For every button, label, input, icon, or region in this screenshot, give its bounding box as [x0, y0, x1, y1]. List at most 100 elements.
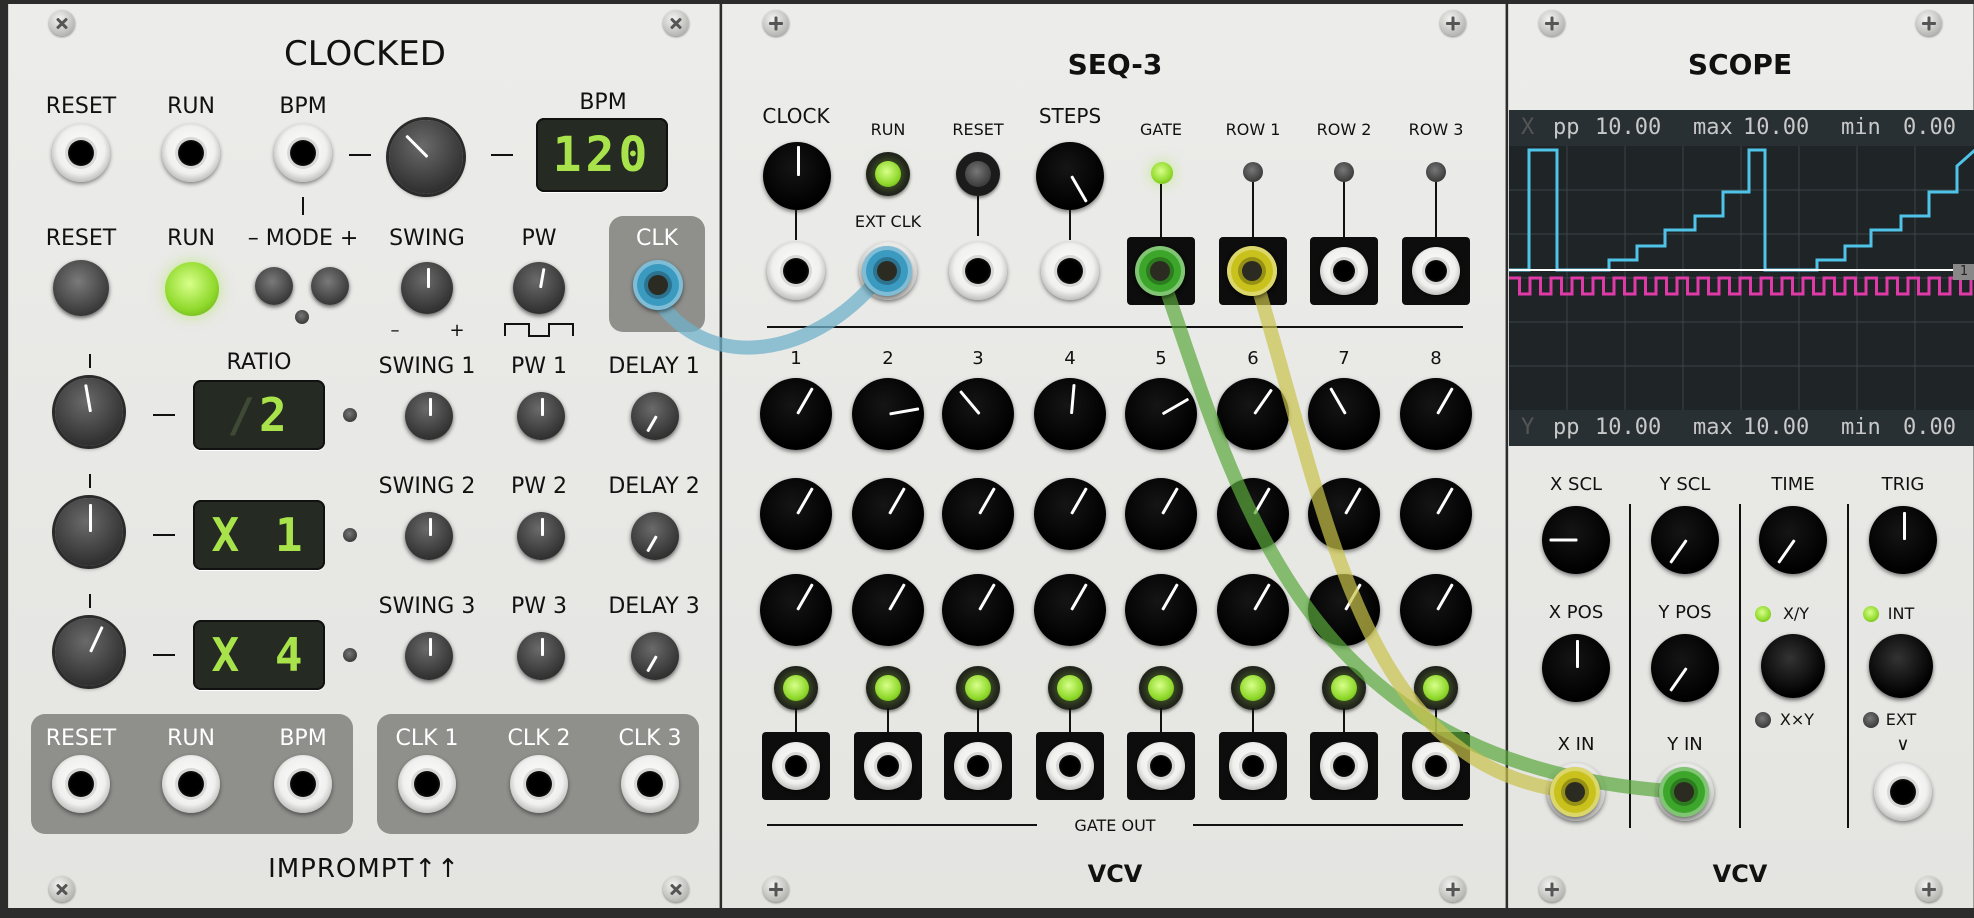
step6-gate-button[interactable] [1231, 666, 1275, 710]
ratio-1-knob[interactable] [55, 378, 123, 446]
step8-gate-output-jack[interactable] [1412, 742, 1460, 790]
pw-3-knob[interactable] [517, 632, 565, 680]
screw-icon[interactable] [1539, 10, 1565, 36]
row3-step6-knob[interactable] [1217, 574, 1289, 646]
x-scl-knob[interactable] [1542, 506, 1610, 574]
steps-input-jack[interactable] [1041, 242, 1099, 300]
delay-1-knob[interactable] [631, 392, 679, 440]
clock-knob[interactable] [763, 142, 831, 210]
swing-2-knob[interactable] [405, 512, 453, 560]
swing-3-knob[interactable] [405, 632, 453, 680]
xy-mode-button[interactable] [1761, 634, 1825, 698]
blue-cable-plug[interactable] [633, 260, 683, 310]
reset-input-jack[interactable] [52, 124, 110, 182]
row2-step6-knob[interactable] [1217, 478, 1289, 550]
screw-icon[interactable] [763, 10, 789, 36]
step1-gate-output-jack[interactable] [772, 742, 820, 790]
row2-step5-knob[interactable] [1125, 478, 1197, 550]
screw-icon[interactable] [49, 10, 75, 36]
delay-3-knob[interactable] [631, 632, 679, 680]
pw-knob[interactable] [513, 262, 565, 314]
step7-gate-button[interactable] [1322, 666, 1366, 710]
screw-icon[interactable] [1539, 876, 1565, 902]
ext-trig-input-jack[interactable] [1874, 763, 1932, 821]
screw-icon[interactable] [49, 876, 75, 902]
y-scl-knob[interactable] [1651, 506, 1719, 574]
step6-gate-output-jack[interactable] [1229, 742, 1277, 790]
reset-input-jack[interactable] [949, 242, 1007, 300]
row1-step3-knob[interactable] [942, 378, 1014, 450]
row3-step1-knob[interactable] [760, 574, 832, 646]
row2-step3-knob[interactable] [942, 478, 1014, 550]
step7-gate-output-jack[interactable] [1320, 742, 1368, 790]
screw-icon[interactable] [1440, 876, 1466, 902]
step3-gate-button[interactable] [956, 666, 1000, 710]
step3-gate-output-jack[interactable] [954, 742, 1002, 790]
bpm-input-jack[interactable] [274, 124, 332, 182]
row1-step5-knob[interactable] [1125, 378, 1197, 450]
row2-step2-knob[interactable] [852, 478, 924, 550]
screw-icon[interactable] [1916, 10, 1942, 36]
bpm-input-jack-bottom[interactable] [274, 755, 332, 813]
step8-gate-button[interactable] [1414, 666, 1458, 710]
row2-step7-knob[interactable] [1308, 478, 1380, 550]
row1-step4-knob[interactable] [1034, 378, 1106, 450]
row3-step7-knob[interactable] [1308, 574, 1380, 646]
reset-input-jack-bottom[interactable] [52, 755, 110, 813]
row2-step1-knob[interactable] [760, 478, 832, 550]
row3-output-jack[interactable] [1412, 247, 1460, 295]
y-pos-knob[interactable] [1651, 634, 1719, 702]
clk1-output-jack[interactable] [398, 755, 456, 813]
step2-gate-button[interactable] [866, 666, 910, 710]
delay-2-knob[interactable] [631, 512, 679, 560]
row1-step6-knob[interactable] [1217, 378, 1289, 450]
row3-step5-knob[interactable] [1125, 574, 1197, 646]
ratio-3-knob[interactable] [55, 618, 123, 686]
step1-gate-button[interactable] [774, 666, 818, 710]
clk2-output-jack[interactable] [510, 755, 568, 813]
row3-step4-knob[interactable] [1034, 574, 1106, 646]
run-input-jack-bottom[interactable] [162, 755, 220, 813]
screw-icon[interactable] [663, 876, 689, 902]
mode-plus-button[interactable] [311, 267, 349, 305]
yellow-cable-plug[interactable] [1227, 246, 1277, 296]
row2-step8-knob[interactable] [1400, 478, 1472, 550]
row1-step2-knob[interactable] [852, 378, 924, 450]
green-cable-plug[interactable] [1659, 767, 1709, 817]
screw-icon[interactable] [1916, 876, 1942, 902]
clk3-output-jack[interactable] [621, 755, 679, 813]
run-input-jack[interactable] [162, 124, 220, 182]
pw-2-knob[interactable] [517, 512, 565, 560]
screw-icon[interactable] [1440, 10, 1466, 36]
row2-output-jack[interactable] [1320, 247, 1368, 295]
steps-knob[interactable] [1036, 142, 1104, 210]
trig-source-button[interactable] [1869, 634, 1933, 698]
step4-gate-output-jack[interactable] [1046, 742, 1094, 790]
step4-gate-button[interactable] [1048, 666, 1092, 710]
bpm-knob[interactable] [389, 120, 463, 194]
row3-step8-knob[interactable] [1400, 574, 1472, 646]
blue-cable-plug[interactable] [862, 246, 912, 296]
reset-button[interactable] [53, 260, 109, 316]
row1-step8-knob[interactable] [1400, 378, 1472, 450]
reset-button[interactable] [956, 152, 1000, 196]
trig-knob[interactable] [1869, 506, 1937, 574]
swing-knob[interactable] [401, 262, 453, 314]
clock-input-jack[interactable] [767, 242, 825, 300]
swing-1-knob[interactable] [405, 392, 453, 440]
green-cable-plug[interactable] [1135, 246, 1185, 296]
screw-icon[interactable] [663, 10, 689, 36]
ratio-2-knob[interactable] [55, 498, 123, 566]
row3-step3-knob[interactable] [942, 574, 1014, 646]
run-button[interactable] [866, 152, 910, 196]
time-knob[interactable] [1759, 506, 1827, 574]
screw-icon[interactable] [763, 876, 789, 902]
step5-gate-button[interactable] [1139, 666, 1183, 710]
x-pos-knob[interactable] [1542, 634, 1610, 702]
run-button[interactable] [165, 262, 219, 316]
step2-gate-output-jack[interactable] [864, 742, 912, 790]
row2-step4-knob[interactable] [1034, 478, 1106, 550]
step5-gate-output-jack[interactable] [1137, 742, 1185, 790]
row3-step2-knob[interactable] [852, 574, 924, 646]
mode-minus-button[interactable] [255, 267, 293, 305]
